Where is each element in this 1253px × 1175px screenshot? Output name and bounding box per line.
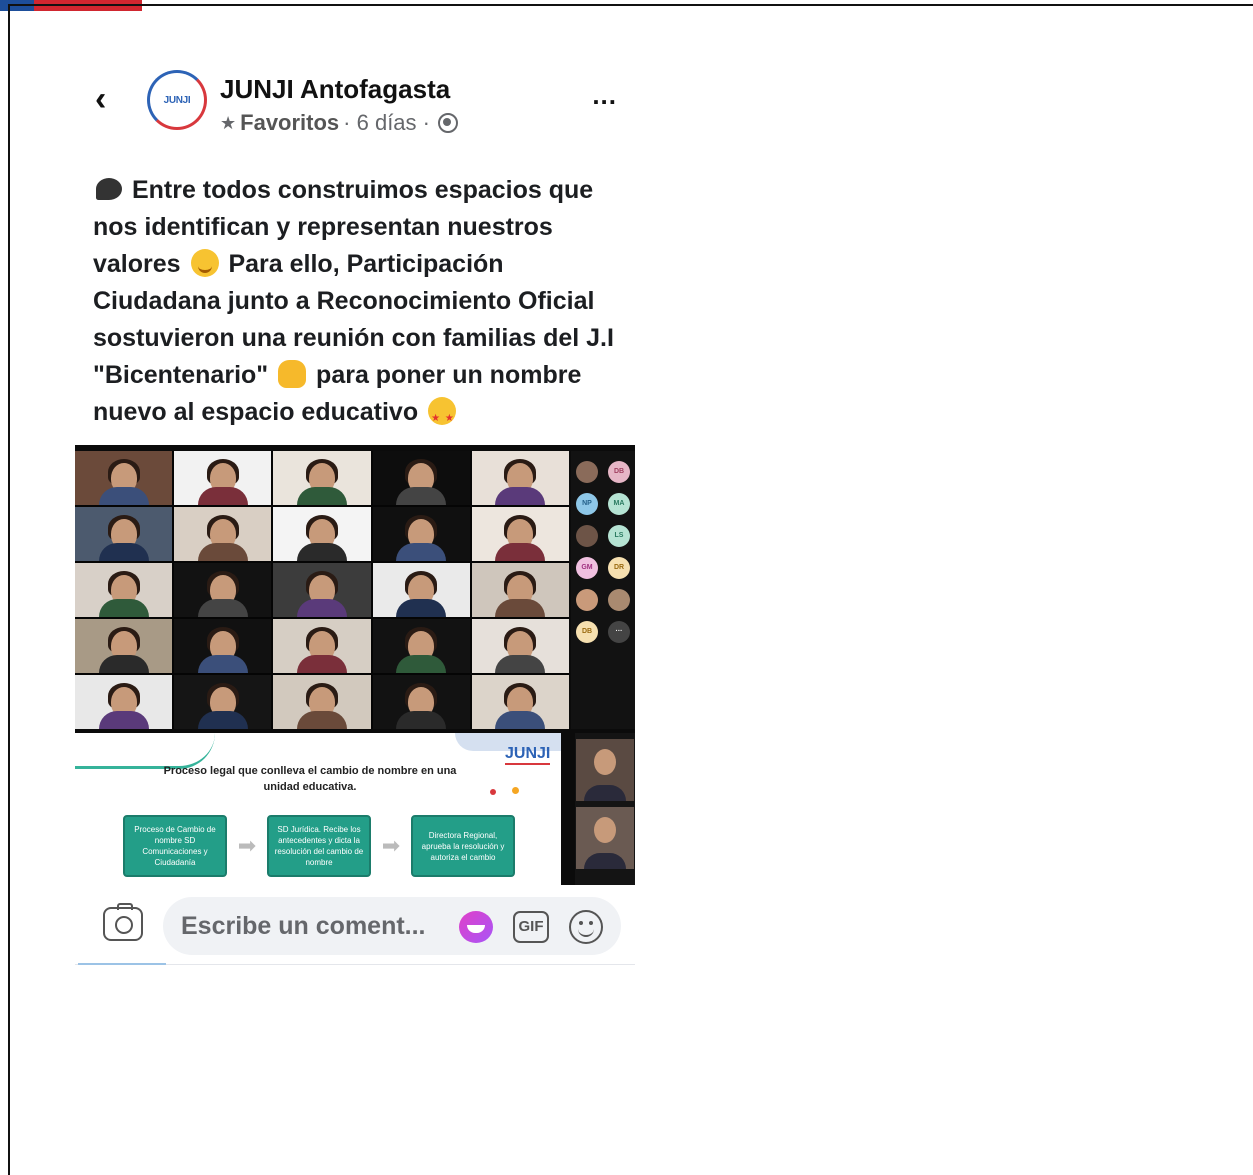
speaker-video xyxy=(576,739,634,801)
camera-icon[interactable] xyxy=(103,903,143,941)
participant-video-tile xyxy=(174,619,272,673)
participant-avatar xyxy=(576,589,598,611)
participant-video-tile xyxy=(372,675,470,729)
avatar-sticker-icon[interactable] xyxy=(459,911,493,943)
participant-video-tile xyxy=(372,451,470,505)
emoji-picker-icon[interactable] xyxy=(569,910,603,944)
shared-slide: JUNJI Proceso legal que conlleva el camb… xyxy=(75,733,561,885)
participants-side-panel: DB NP MA LS GM DR DB ··· xyxy=(571,451,635,729)
participant-video-tile xyxy=(75,563,173,617)
participant-video-tile xyxy=(174,675,272,729)
process-step: SD Jurídica. Recibe los antecedentes y d… xyxy=(267,815,371,877)
page-name[interactable]: JUNJI Antofagasta xyxy=(220,74,450,105)
participant-video-tile xyxy=(372,507,470,561)
participant-video-tile xyxy=(75,675,173,729)
slide-dot xyxy=(490,789,496,795)
participant-avatar: DB xyxy=(608,461,630,483)
participant-video-tile xyxy=(372,563,470,617)
participant-video-tile xyxy=(273,507,371,561)
process-step: Directora Regional, aprueba la resolució… xyxy=(411,815,515,877)
post-time[interactable]: · 6 días · xyxy=(343,110,430,136)
post-image[interactable]: DB NP MA LS GM DR DB ··· JUNJI Proceso l… xyxy=(75,445,635,885)
slide-title: Proceso legal que conlleva el cambio de … xyxy=(163,765,457,793)
slide-logo: JUNJI xyxy=(505,745,551,765)
participant-avatar: DB xyxy=(576,621,598,643)
participant-video-tile xyxy=(174,451,272,505)
participant-avatar: NP xyxy=(576,493,598,515)
participant-video-tile xyxy=(471,451,569,505)
page-avatar[interactable]: JUNJI xyxy=(147,70,207,130)
speaker-cams xyxy=(575,733,635,885)
participant-video-tile xyxy=(75,619,173,673)
participant-video-tile xyxy=(273,563,371,617)
more-options-button[interactable]: ... xyxy=(592,80,617,111)
participant-video-tile xyxy=(174,507,272,561)
avatar-logo-text: JUNJI xyxy=(163,94,191,106)
participant-video-tile xyxy=(372,619,470,673)
participant-avatar xyxy=(576,461,598,483)
participant-video-tile xyxy=(471,507,569,561)
back-arrow-icon[interactable]: ‹ xyxy=(95,82,125,116)
participant-video-tile xyxy=(471,675,569,729)
more-participants-icon: ··· xyxy=(608,621,630,643)
facebook-post: ‹ JUNJI JUNJI Antofagasta ★ Favoritos · … xyxy=(75,60,635,965)
post-text: Entre todos construimos espacios que nos… xyxy=(75,172,635,437)
participant-avatar: LS xyxy=(608,525,630,547)
favorites-label[interactable]: Favoritos xyxy=(240,110,339,136)
participant-avatar: MA xyxy=(608,493,630,515)
participant-video-tile xyxy=(75,451,173,505)
gif-button[interactable]: GIF xyxy=(513,911,549,943)
participant-video-tile xyxy=(273,451,371,505)
arrow-right-icon: ➡ xyxy=(381,833,401,858)
comment-placeholder: Escribe un coment... xyxy=(181,912,426,940)
process-steps: Proceso de Cambio de nombre SD Comunicac… xyxy=(123,815,515,877)
post-meta: ★ Favoritos · 6 días · xyxy=(220,110,458,136)
person-emoji-icon xyxy=(278,360,307,388)
globe-icon xyxy=(437,113,458,133)
participant-video-tile xyxy=(75,507,173,561)
participant-video-tile xyxy=(273,675,371,729)
star-struck-emoji-icon xyxy=(428,397,457,437)
participant-video-tile xyxy=(471,619,569,673)
speech-bubble-icon xyxy=(96,178,122,200)
participant-avatar xyxy=(576,525,598,547)
star-icon: ★ xyxy=(220,112,237,133)
comment-bar: Escribe un coment... GIF xyxy=(75,885,635,965)
participant-video-tile xyxy=(273,619,371,673)
comment-input[interactable]: Escribe un coment... GIF xyxy=(163,897,621,955)
participant-avatar: DR xyxy=(608,557,630,579)
participant-video-tile xyxy=(174,563,272,617)
arrow-right-icon: ➡ xyxy=(237,833,257,858)
speaker-video xyxy=(576,807,634,869)
smile-emoji-icon xyxy=(190,249,219,277)
participant-video-tile xyxy=(471,563,569,617)
process-step: Proceso de Cambio de nombre SD Comunicac… xyxy=(123,815,227,877)
video-call-grid xyxy=(75,451,569,729)
participant-avatar xyxy=(608,589,630,611)
participant-avatar: GM xyxy=(576,557,598,579)
slide-dot xyxy=(512,787,519,794)
post-header: ‹ JUNJI JUNJI Antofagasta ★ Favoritos · … xyxy=(75,60,635,150)
accent-line xyxy=(78,963,166,965)
